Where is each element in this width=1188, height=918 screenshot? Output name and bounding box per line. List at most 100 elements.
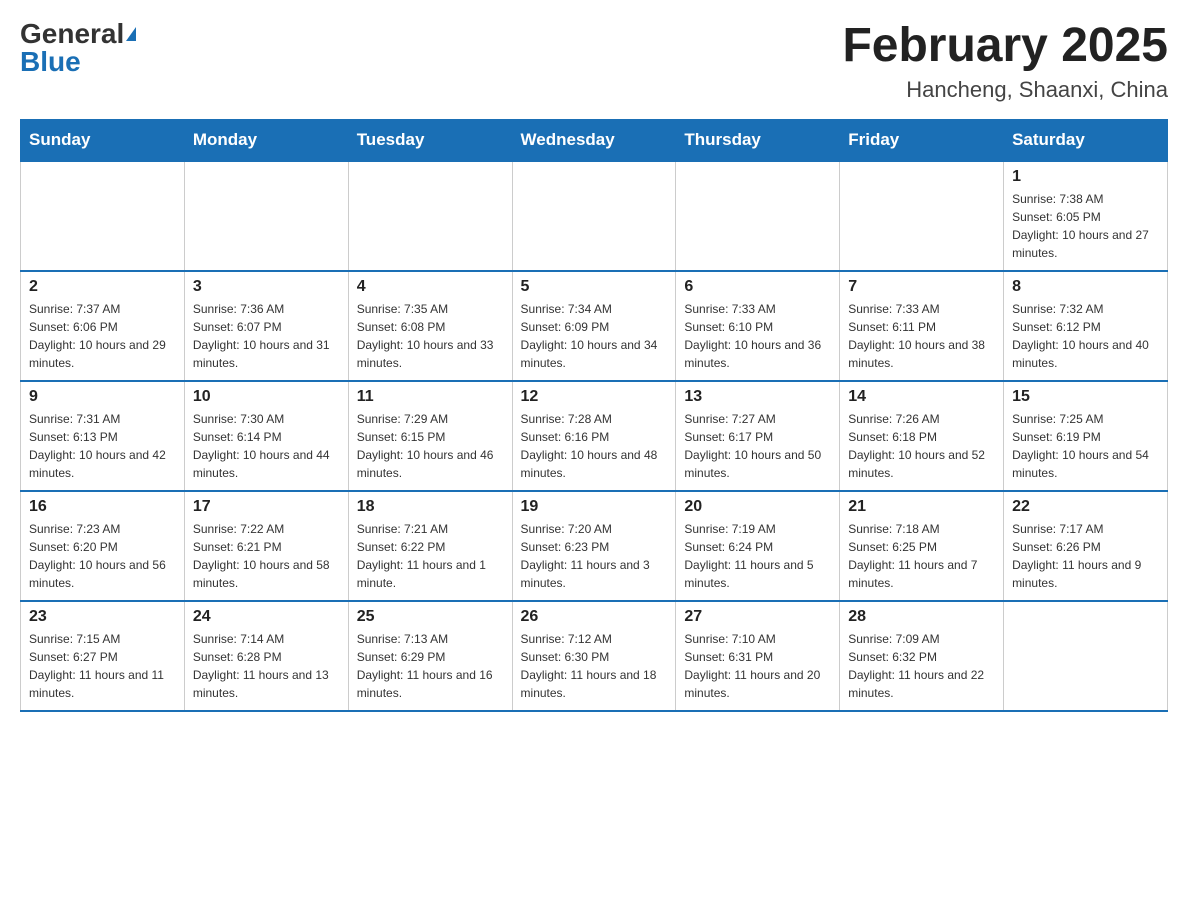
day-info: Sunrise: 7:19 AMSunset: 6:24 PMDaylight:… bbox=[684, 520, 831, 592]
day-info: Sunrise: 7:20 AMSunset: 6:23 PMDaylight:… bbox=[521, 520, 668, 592]
calendar-cell: 11 Sunrise: 7:29 AMSunset: 6:15 PMDayligh… bbox=[348, 381, 512, 491]
day-info: Sunrise: 7:17 AMSunset: 6:26 PMDaylight:… bbox=[1012, 520, 1159, 592]
calendar-cell: 7 Sunrise: 7:33 AMSunset: 6:11 PMDaylight… bbox=[840, 271, 1004, 381]
calendar-cell bbox=[21, 161, 185, 271]
day-info: Sunrise: 7:27 AMSunset: 6:17 PMDaylight:… bbox=[684, 410, 831, 482]
day-info: Sunrise: 7:38 AMSunset: 6:05 PMDaylight:… bbox=[1012, 190, 1159, 262]
calendar-cell: 27 Sunrise: 7:10 AMSunset: 6:31 PMDayligh… bbox=[676, 601, 840, 711]
calendar-cell: 3 Sunrise: 7:36 AMSunset: 6:07 PMDaylight… bbox=[184, 271, 348, 381]
day-number: 24 bbox=[193, 608, 340, 626]
calendar-header-sunday: Sunday bbox=[21, 119, 185, 161]
calendar-cell: 2Sunrise: 7:37 AMSunset: 6:06 PMDaylight… bbox=[21, 271, 185, 381]
day-number: 3 bbox=[193, 278, 340, 296]
day-number: 28 bbox=[848, 608, 995, 626]
calendar-cell bbox=[512, 161, 676, 271]
day-info: Sunrise: 7:28 AMSunset: 6:16 PMDaylight:… bbox=[521, 410, 668, 482]
calendar-cell: 24 Sunrise: 7:14 AMSunset: 6:28 PMDayligh… bbox=[184, 601, 348, 711]
day-info: Sunrise: 7:30 AMSunset: 6:14 PMDaylight:… bbox=[193, 410, 340, 482]
month-title: February 2025 bbox=[842, 20, 1168, 73]
calendar-cell: 26 Sunrise: 7:12 AMSunset: 6:30 PMDayligh… bbox=[512, 601, 676, 711]
day-number: 15 bbox=[1012, 388, 1159, 406]
calendar-cell bbox=[676, 161, 840, 271]
day-number: 12 bbox=[521, 388, 668, 406]
day-info: Sunrise: 7:10 AMSunset: 6:31 PMDaylight:… bbox=[684, 630, 831, 702]
day-info: Sunrise: 7:33 AMSunset: 6:11 PMDaylight:… bbox=[848, 300, 995, 372]
calendar-week-4: 16 Sunrise: 7:23 AMSunset: 6:20 PMDayligh… bbox=[21, 491, 1168, 601]
day-number: 18 bbox=[357, 498, 504, 516]
calendar-header-monday: Monday bbox=[184, 119, 348, 161]
day-number: 19 bbox=[521, 498, 668, 516]
day-number: 7 bbox=[848, 278, 995, 296]
day-info: Sunrise: 7:13 AMSunset: 6:29 PMDaylight:… bbox=[357, 630, 504, 702]
day-info: Sunrise: 7:14 AMSunset: 6:28 PMDaylight:… bbox=[193, 630, 340, 702]
day-info: Sunrise: 7:33 AMSunset: 6:10 PMDaylight:… bbox=[684, 300, 831, 372]
day-number: 14 bbox=[848, 388, 995, 406]
calendar-cell: 28 Sunrise: 7:09 AMSunset: 6:32 PMDayligh… bbox=[840, 601, 1004, 711]
day-number: 23 bbox=[29, 608, 176, 626]
calendar-cell: 20Sunrise: 7:19 AMSunset: 6:24 PMDayligh… bbox=[676, 491, 840, 601]
day-number: 27 bbox=[684, 608, 831, 626]
day-info: Sunrise: 7:12 AMSunset: 6:30 PMDaylight:… bbox=[521, 630, 668, 702]
day-number: 8 bbox=[1012, 278, 1159, 296]
calendar-cell bbox=[348, 161, 512, 271]
day-number: 16 bbox=[29, 498, 176, 516]
calendar-cell bbox=[840, 161, 1004, 271]
calendar-cell: 9 Sunrise: 7:31 AMSunset: 6:13 PMDaylight… bbox=[21, 381, 185, 491]
calendar-cell bbox=[184, 161, 348, 271]
calendar-header-tuesday: Tuesday bbox=[348, 119, 512, 161]
calendar-cell: 12 Sunrise: 7:28 AMSunset: 6:16 PMDayligh… bbox=[512, 381, 676, 491]
day-info: Sunrise: 7:32 AMSunset: 6:12 PMDaylight:… bbox=[1012, 300, 1159, 372]
calendar-cell: 16 Sunrise: 7:23 AMSunset: 6:20 PMDayligh… bbox=[21, 491, 185, 601]
calendar-week-5: 23 Sunrise: 7:15 AMSunset: 6:27 PMDayligh… bbox=[21, 601, 1168, 711]
calendar-header-wednesday: Wednesday bbox=[512, 119, 676, 161]
day-info: Sunrise: 7:26 AMSunset: 6:18 PMDaylight:… bbox=[848, 410, 995, 482]
day-number: 13 bbox=[684, 388, 831, 406]
calendar-cell: 18 Sunrise: 7:21 AMSunset: 6:22 PMDayligh… bbox=[348, 491, 512, 601]
day-number: 2 bbox=[29, 278, 176, 296]
calendar-week-2: 2Sunrise: 7:37 AMSunset: 6:06 PMDaylight… bbox=[21, 271, 1168, 381]
day-number: 1 bbox=[1012, 168, 1159, 186]
calendar-cell: 4 Sunrise: 7:35 AMSunset: 6:08 PMDaylight… bbox=[348, 271, 512, 381]
calendar-cell: 15 Sunrise: 7:25 AMSunset: 6:19 PMDayligh… bbox=[1004, 381, 1168, 491]
day-number: 5 bbox=[521, 278, 668, 296]
logo: General Blue bbox=[20, 20, 136, 76]
calendar-cell: 22 Sunrise: 7:17 AMSunset: 6:26 PMDayligh… bbox=[1004, 491, 1168, 601]
calendar-cell: 1 Sunrise: 7:38 AMSunset: 6:05 PMDaylight… bbox=[1004, 161, 1168, 271]
logo-blue: Blue bbox=[20, 48, 81, 76]
calendar-cell: 8 Sunrise: 7:32 AMSunset: 6:12 PMDaylight… bbox=[1004, 271, 1168, 381]
logo-general: General bbox=[20, 20, 124, 48]
day-number: 11 bbox=[357, 388, 504, 406]
day-info: Sunrise: 7:31 AMSunset: 6:13 PMDaylight:… bbox=[29, 410, 176, 482]
location: Hancheng, Shaanxi, China bbox=[842, 77, 1168, 103]
calendar-table: SundayMondayTuesdayWednesdayThursdayFrid… bbox=[20, 119, 1168, 712]
day-info: Sunrise: 7:35 AMSunset: 6:08 PMDaylight:… bbox=[357, 300, 504, 372]
day-info: Sunrise: 7:36 AMSunset: 6:07 PMDaylight:… bbox=[193, 300, 340, 372]
calendar-header-saturday: Saturday bbox=[1004, 119, 1168, 161]
day-number: 9 bbox=[29, 388, 176, 406]
calendar-cell: 25Sunrise: 7:13 AMSunset: 6:29 PMDayligh… bbox=[348, 601, 512, 711]
day-info: Sunrise: 7:18 AMSunset: 6:25 PMDaylight:… bbox=[848, 520, 995, 592]
logo-triangle-icon bbox=[126, 27, 136, 41]
page-header: General Blue February 2025 Hancheng, Sha… bbox=[20, 20, 1168, 103]
calendar-cell: 10Sunrise: 7:30 AMSunset: 6:14 PMDayligh… bbox=[184, 381, 348, 491]
calendar-cell: 19 Sunrise: 7:20 AMSunset: 6:23 PMDayligh… bbox=[512, 491, 676, 601]
day-info: Sunrise: 7:09 AMSunset: 6:32 PMDaylight:… bbox=[848, 630, 995, 702]
day-info: Sunrise: 7:22 AMSunset: 6:21 PMDaylight:… bbox=[193, 520, 340, 592]
day-info: Sunrise: 7:21 AMSunset: 6:22 PMDaylight:… bbox=[357, 520, 504, 592]
day-info: Sunrise: 7:29 AMSunset: 6:15 PMDaylight:… bbox=[357, 410, 504, 482]
day-number: 4 bbox=[357, 278, 504, 296]
day-info: Sunrise: 7:34 AMSunset: 6:09 PMDaylight:… bbox=[521, 300, 668, 372]
calendar-cell: 13 Sunrise: 7:27 AMSunset: 6:17 PMDayligh… bbox=[676, 381, 840, 491]
calendar-header-friday: Friday bbox=[840, 119, 1004, 161]
calendar-cell: 21Sunrise: 7:18 AMSunset: 6:25 PMDayligh… bbox=[840, 491, 1004, 601]
calendar-cell: 23 Sunrise: 7:15 AMSunset: 6:27 PMDayligh… bbox=[21, 601, 185, 711]
day-info: Sunrise: 7:25 AMSunset: 6:19 PMDaylight:… bbox=[1012, 410, 1159, 482]
calendar-week-3: 9 Sunrise: 7:31 AMSunset: 6:13 PMDaylight… bbox=[21, 381, 1168, 491]
calendar-cell: 6 Sunrise: 7:33 AMSunset: 6:10 PMDaylight… bbox=[676, 271, 840, 381]
day-info: Sunrise: 7:23 AMSunset: 6:20 PMDaylight:… bbox=[29, 520, 176, 592]
day-number: 26 bbox=[521, 608, 668, 626]
day-info: Sunrise: 7:15 AMSunset: 6:27 PMDaylight:… bbox=[29, 630, 176, 702]
calendar-cell: 17Sunrise: 7:22 AMSunset: 6:21 PMDayligh… bbox=[184, 491, 348, 601]
day-number: 22 bbox=[1012, 498, 1159, 516]
day-number: 6 bbox=[684, 278, 831, 296]
